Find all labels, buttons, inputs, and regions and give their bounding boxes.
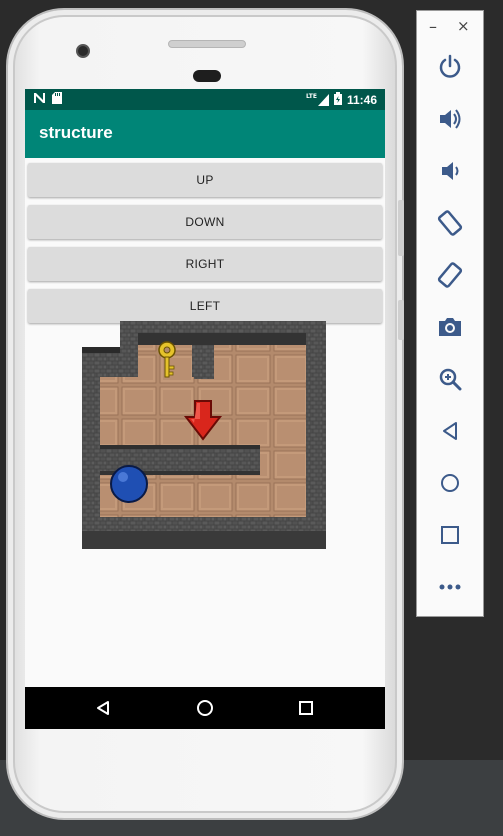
zoom-button[interactable]: [430, 359, 470, 399]
volume-rocker: [398, 200, 404, 256]
volume-down-icon: [442, 162, 459, 180]
close-button[interactable]: ×: [457, 17, 470, 35]
overview-icon: [441, 526, 459, 544]
battery-icon: [333, 92, 342, 108]
emulator-toolbar: – ×: [416, 10, 484, 617]
back-icon: [443, 422, 457, 440]
zoom-icon: [439, 368, 462, 391]
left-button[interactable]: LEFT: [28, 289, 382, 323]
game-board: [82, 321, 326, 549]
app-toolbar: structure: [25, 110, 385, 158]
rotate-right-button[interactable]: [430, 255, 470, 295]
nav-home-button[interactable]: [175, 687, 235, 729]
volume-down-button[interactable]: [430, 151, 470, 191]
toolbar-back-button[interactable]: [430, 411, 470, 451]
recents-icon: [299, 701, 313, 715]
volume-up-button[interactable]: [430, 99, 470, 139]
rotate-left-icon: [437, 210, 463, 236]
rotate-right-icon: [437, 262, 463, 288]
toolbar-overview-button[interactable]: [430, 515, 470, 555]
power-button[interactable]: [430, 47, 470, 87]
status-bar: LTE 11:46: [25, 89, 385, 110]
minimize-button[interactable]: –: [429, 17, 437, 36]
proximity-sensor: [193, 70, 221, 82]
down-button[interactable]: DOWN: [28, 205, 382, 239]
volume-up-icon: [440, 109, 461, 129]
rotate-left-button[interactable]: [430, 203, 470, 243]
phone-screen: LTE 11:46 structure UP DOWN RIGHT LEFT: [25, 89, 385, 729]
home-icon: [197, 700, 213, 716]
screenshot-button[interactable]: [430, 307, 470, 347]
nav-recents-button[interactable]: [276, 687, 336, 729]
home-icon: [441, 474, 459, 492]
lte-signal-icon: LTE: [306, 94, 329, 106]
nav-back-button[interactable]: [73, 687, 133, 729]
sd-card-icon: [52, 92, 62, 107]
player-ball-icon: [110, 465, 148, 503]
up-button[interactable]: UP: [28, 163, 382, 197]
app-title: structure: [39, 123, 113, 142]
power-side-button: [398, 300, 404, 340]
navigation-bar: [25, 687, 385, 729]
front-camera: [76, 44, 90, 58]
right-button[interactable]: RIGHT: [28, 247, 382, 281]
camera-icon: [439, 318, 461, 336]
more-button[interactable]: [430, 567, 470, 607]
n-app-icon: [33, 92, 46, 107]
power-icon: [439, 54, 461, 78]
earpiece-speaker: [168, 40, 246, 48]
status-time: 11:46: [346, 93, 377, 107]
more-icon: [439, 584, 461, 590]
toolbar-title-bar: – ×: [417, 11, 483, 43]
back-icon: [97, 701, 109, 715]
toolbar-home-button[interactable]: [430, 463, 470, 503]
